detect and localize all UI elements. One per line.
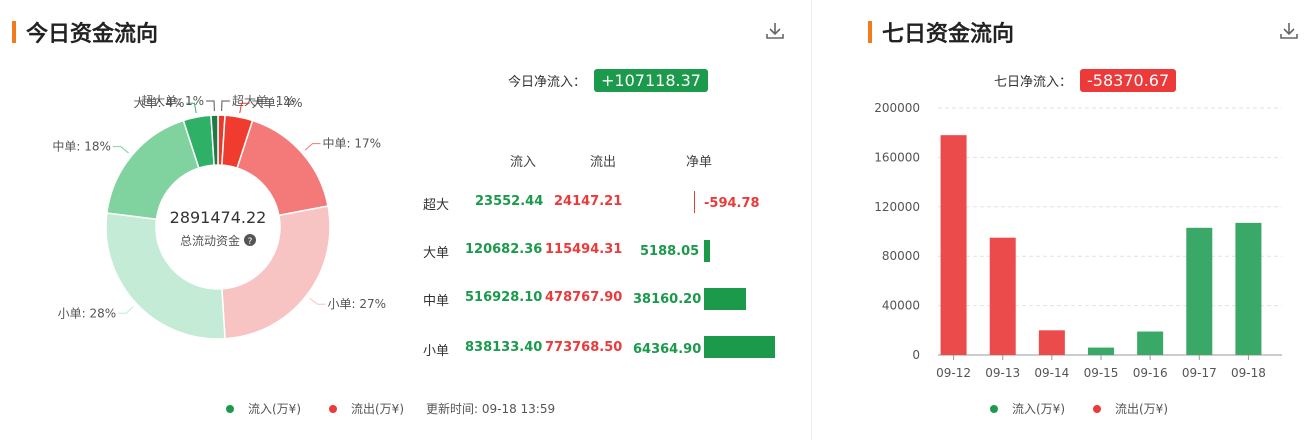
bar[interactable] <box>940 135 967 355</box>
row-net-bar <box>704 240 710 262</box>
today-net-inflow: 今日净流入： +107118.37 <box>508 69 708 92</box>
row-inflow: 120682.36 <box>465 242 543 257</box>
donut-slice-label: 超大单: 1% <box>141 93 204 108</box>
header-net: 净单 <box>686 155 713 170</box>
donut-slice[interactable] <box>106 119 200 221</box>
bar[interactable] <box>1088 347 1114 355</box>
header-outflow: 流出 <box>590 155 617 170</box>
help-icon[interactable]: ? <box>244 234 256 247</box>
update-time: 更新时间: 09-18 13:59 <box>426 402 556 416</box>
today-net-label: 今日净流入： <box>508 75 587 90</box>
download-icon[interactable] <box>764 20 786 42</box>
x-tick-label: 09-12 <box>936 366 971 380</box>
donut-slice-label: 小单: 27% <box>328 297 387 311</box>
donut-slice[interactable] <box>105 212 226 340</box>
donut-slice-label: 大单: 4% <box>252 96 303 110</box>
legend-inflow-dot <box>990 404 998 413</box>
y-tick-label: 200000 <box>874 101 920 115</box>
row-label: 中单 <box>423 294 450 309</box>
seven-day-fund-flow-panel: 七日资金流向 七日净流入： -58370.67 0 40000 80000 12000… <box>811 0 1309 440</box>
seven-day-net-inflow: 七日净流入： -58370.67 <box>994 69 1177 92</box>
seven-day-title-text: 七日资金流向 <box>882 22 1015 47</box>
donut-label-line <box>112 146 129 154</box>
svg-text:?: ? <box>248 237 253 247</box>
legend-outflow-dot <box>1093 404 1101 413</box>
today-net-badge: +107118.37 <box>594 69 708 92</box>
row-inflow: 23552.44 <box>475 194 544 209</box>
row-net: -594.78 <box>704 196 760 211</box>
row-inflow: 838133.40 <box>465 340 543 355</box>
bar[interactable] <box>1137 331 1164 355</box>
legend-outflow-dot <box>329 404 337 413</box>
row-outflow: 24147.21 <box>554 194 623 209</box>
row-net-bar <box>694 191 695 213</box>
seven-day-net-label: 七日净流入： <box>994 75 1073 90</box>
y-tick-label: 40000 <box>882 299 920 313</box>
x-tick-label: 09-13 <box>985 366 1020 380</box>
y-tick-label: 80000 <box>882 249 920 263</box>
donut-chart: 超大单: 1% 大单: 4% 中单: 17% 小单: 27% 小单: 28% 中单: 18… <box>52 93 387 340</box>
legend-outflow-label: 流出(万¥) <box>351 402 404 416</box>
y-tick-label: 160000 <box>874 150 920 164</box>
bar[interactable] <box>1186 227 1213 355</box>
seven-day-legend: 流入(万¥) 流出(万¥) <box>990 400 1196 417</box>
today-fund-flow-panel: 今日资金流向 超大单: 1% 大单: 4% 中单: 17% 小单: 27% 小单: 28… <box>0 0 810 440</box>
legend-outflow[interactable]: 流出(万¥) <box>329 400 404 417</box>
header-inflow: 流入 <box>510 155 537 170</box>
bar[interactable] <box>1235 222 1262 355</box>
bar[interactable] <box>1038 330 1065 355</box>
legend-inflow-label: 流入(万¥) <box>1012 402 1065 416</box>
row-inflow: 516928.10 <box>465 290 543 305</box>
legend-outflow[interactable]: 流出(万¥) <box>1093 400 1168 417</box>
donut-label-line <box>206 100 215 112</box>
donut-slice[interactable] <box>236 119 329 217</box>
row-net-bar <box>704 336 775 358</box>
row-outflow: 478767.90 <box>545 290 623 305</box>
x-tick-label: 09-15 <box>1084 366 1119 380</box>
donut-label-line <box>304 143 321 151</box>
donut-slice-label: 中单: 17% <box>323 136 382 151</box>
row-net: 64364.90 <box>633 342 702 357</box>
x-tick-label: 09-18 <box>1231 366 1266 380</box>
title-accent-bar <box>12 21 16 43</box>
download-icon[interactable] <box>1278 20 1300 42</box>
x-tick-label: 09-16 <box>1133 366 1168 380</box>
seven-day-bar-chart: 0 40000 80000 120000 160000 200000 09-12 09-13… <box>874 101 1282 380</box>
row-label: 小单 <box>423 344 450 359</box>
donut-center-value: 2891474.22 <box>170 208 267 227</box>
donut-label-line <box>221 100 230 112</box>
legend-outflow-label: 流出(万¥) <box>1115 402 1168 416</box>
row-outflow: 115494.31 <box>545 242 623 257</box>
donut-label-line <box>309 297 326 305</box>
today-title: 今日资金流向 <box>12 16 158 48</box>
y-tick-label: 120000 <box>874 200 920 214</box>
legend-inflow[interactable]: 流入(万¥) <box>990 400 1065 417</box>
row-label: 大单 <box>423 246 450 261</box>
today-title-text: 今日资金流向 <box>26 22 159 47</box>
donut-label-line <box>118 306 134 314</box>
donut-slice-label: 小单: 28% <box>58 306 117 320</box>
seven-day-title: 七日资金流向 <box>868 16 1014 48</box>
legend-inflow-label: 流入(万¥) <box>248 402 301 416</box>
y-tick-label: 0 <box>912 348 920 362</box>
x-tick-label: 09-14 <box>1034 366 1069 380</box>
donut-slice-label: 中单: 18% <box>52 139 111 154</box>
row-net: 38160.20 <box>633 292 702 307</box>
seven-day-net-badge: -58370.67 <box>1080 69 1177 92</box>
row-outflow: 773768.50 <box>545 340 623 355</box>
bar[interactable] <box>989 237 1016 355</box>
today-legend: 流入(万¥) 流出(万¥) 更新时间: 09-18 13:59 <box>226 400 555 417</box>
row-net-bar <box>704 288 746 310</box>
donut-center-label: 总流动资金 <box>180 233 240 248</box>
legend-inflow[interactable]: 流入(万¥) <box>226 400 301 417</box>
legend-inflow-dot <box>226 404 234 413</box>
row-label: 超大 <box>423 198 450 213</box>
title-accent-bar <box>868 21 872 43</box>
row-net: 5188.05 <box>640 244 700 259</box>
x-tick-label: 09-17 <box>1182 366 1217 380</box>
